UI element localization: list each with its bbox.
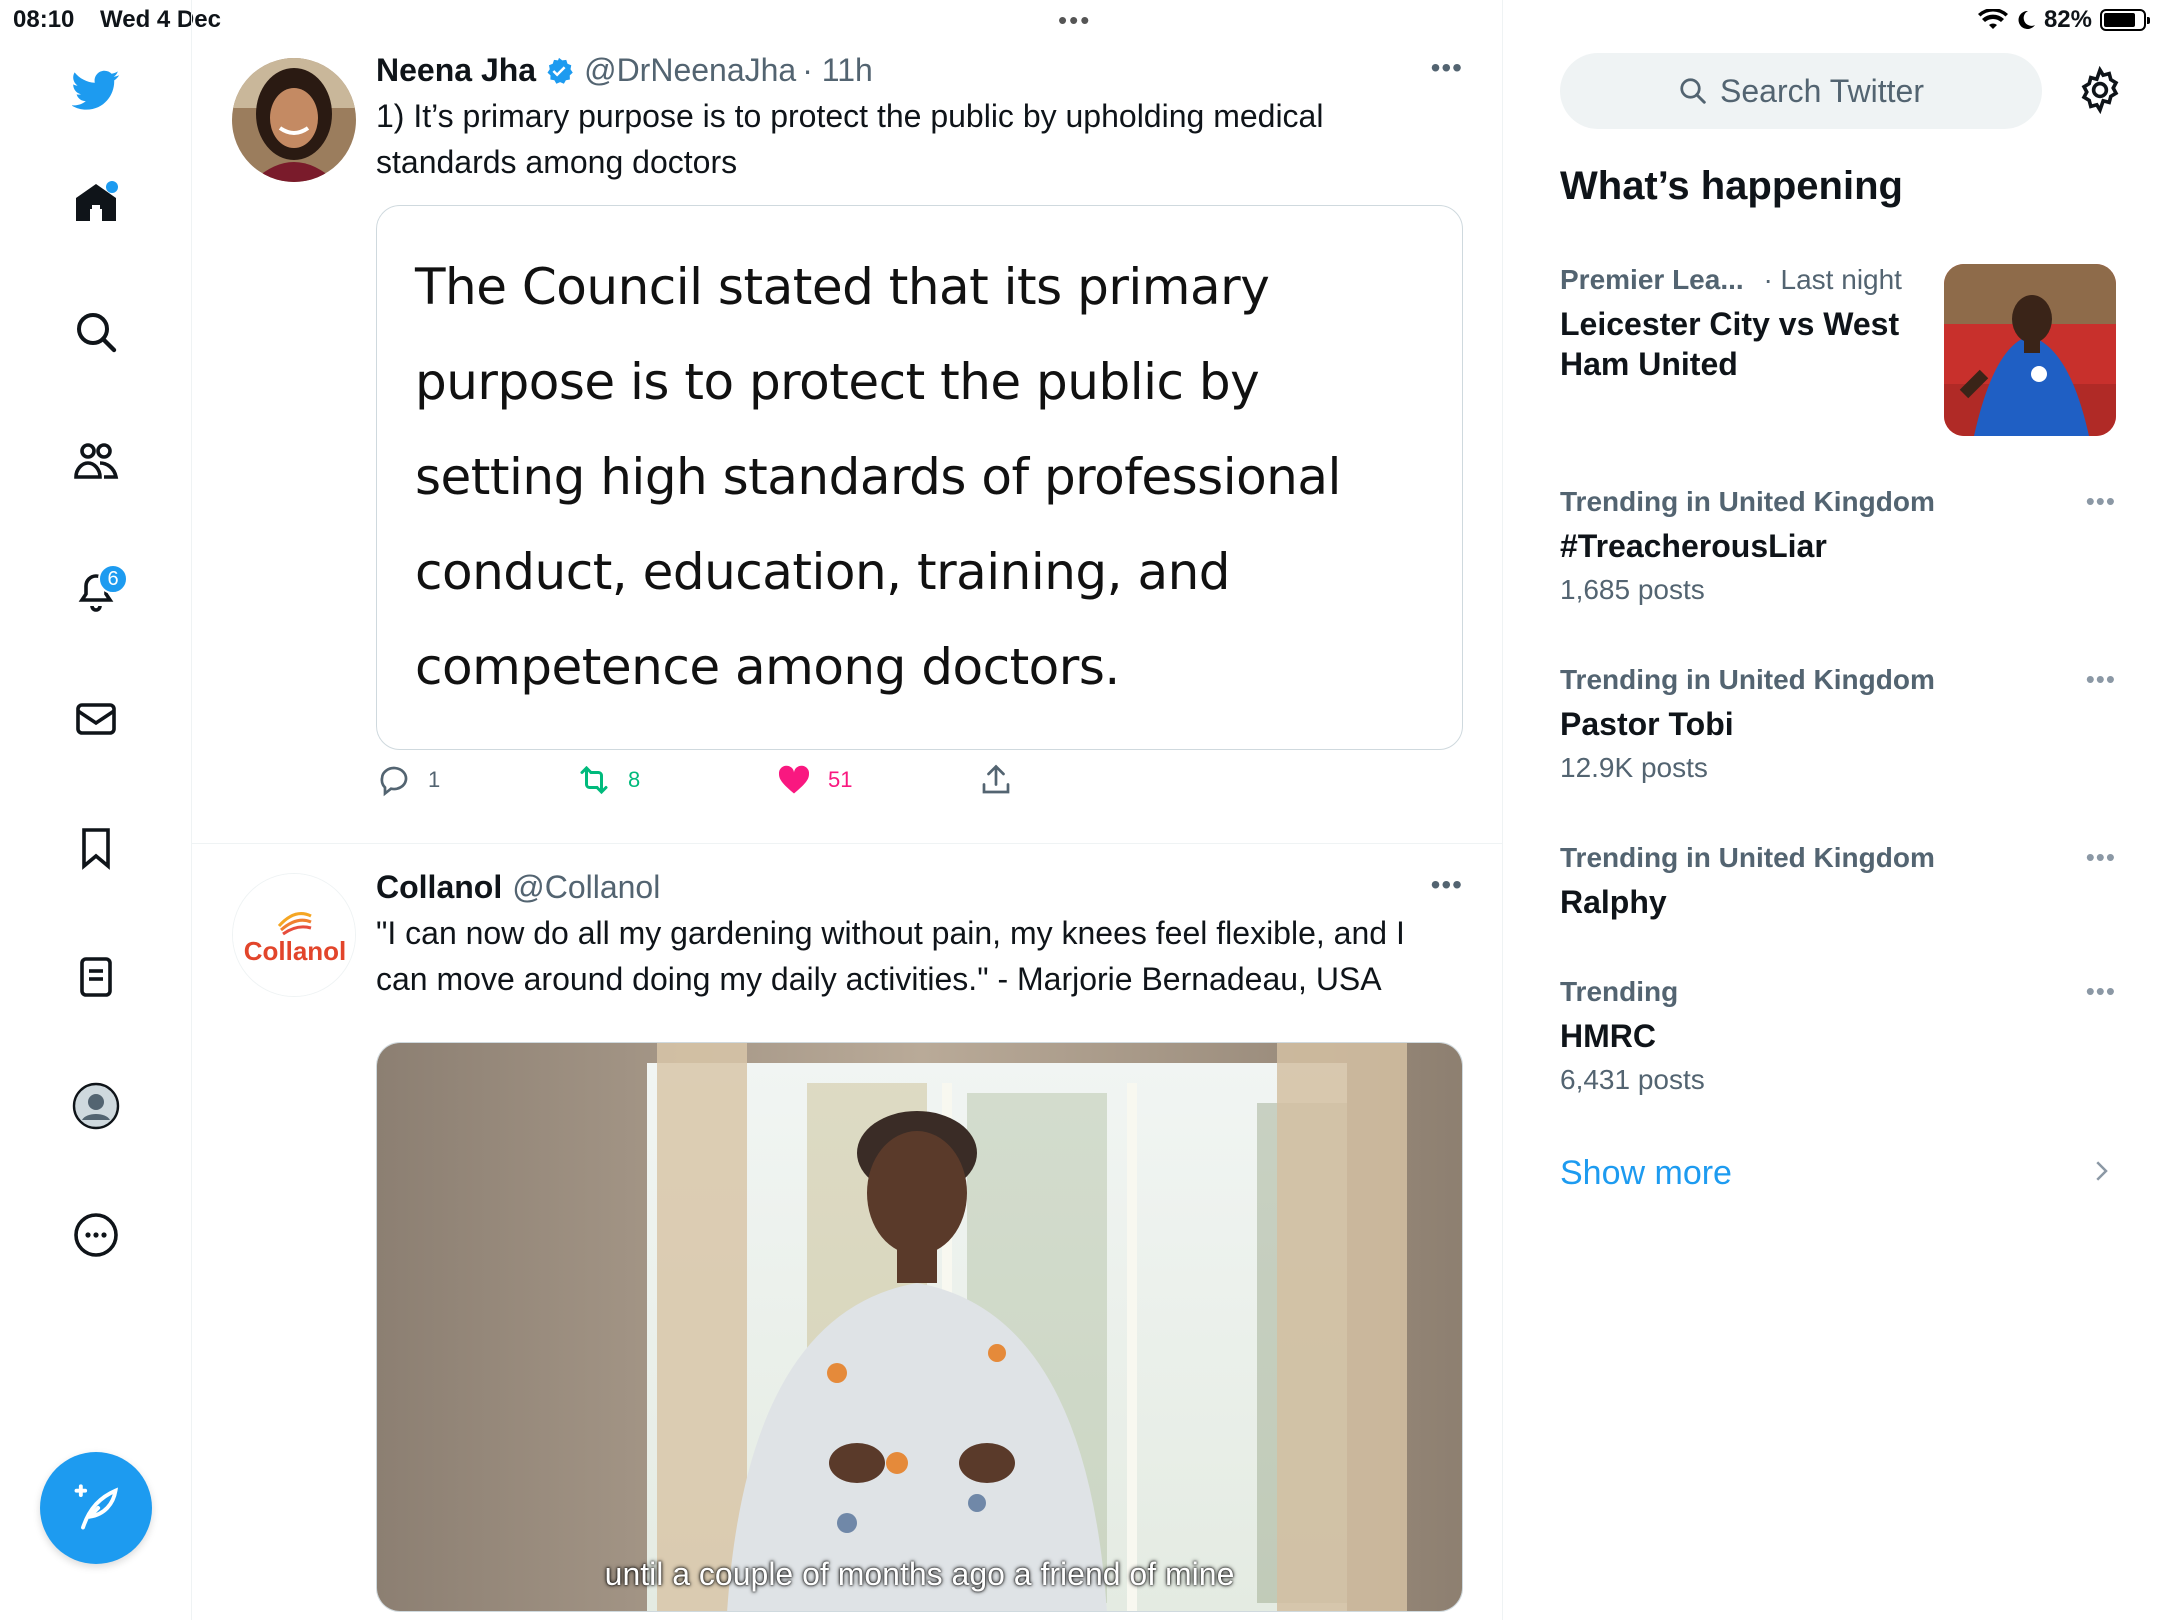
search-icon bbox=[77, 313, 117, 353]
lists-icon bbox=[80, 957, 112, 997]
tweet-body: Collanol @Collanol ••• "I can now do all… bbox=[376, 869, 1463, 1612]
nav-profile[interactable] bbox=[60, 1070, 132, 1142]
tweet-header: Neena Jha @DrNeenaJha · 11h bbox=[376, 52, 1463, 89]
retweet-button[interactable]: 8 bbox=[576, 762, 640, 798]
author-handle[interactable]: @Collanol bbox=[512, 869, 660, 906]
twitter-logo-icon[interactable] bbox=[60, 54, 132, 126]
timeline[interactable]: Neena Jha @DrNeenaJha · 11h ••• 1) It’s … bbox=[192, 0, 1503, 1620]
tweet[interactable]: Collanol Collanol @Collanol ••• "I can n… bbox=[192, 845, 1502, 1620]
collanol-logo: Collanol bbox=[233, 874, 355, 996]
tweet-header: Collanol @Collanol bbox=[376, 869, 1463, 906]
nav-bookmarks[interactable] bbox=[60, 812, 132, 884]
tweet-image[interactable]: The Council stated that its primary purp… bbox=[376, 205, 1463, 750]
communities-icon bbox=[74, 443, 119, 479]
author-name[interactable]: Collanol bbox=[376, 869, 502, 906]
search-input[interactable]: Search Twitter bbox=[1560, 53, 2042, 129]
tweet-text: 1) It’s primary purpose is to protect th… bbox=[376, 98, 1324, 180]
heart-filled-icon bbox=[778, 765, 810, 794]
svg-text:Collanol: Collanol bbox=[244, 936, 347, 966]
avatar[interactable] bbox=[232, 58, 356, 182]
mail-icon bbox=[76, 703, 116, 735]
notifications-badge: 6 bbox=[98, 564, 128, 594]
nav-home[interactable] bbox=[60, 167, 132, 239]
trend-more-icon[interactable]: ••• bbox=[2086, 486, 2116, 517]
tweet-time[interactable]: · 11h bbox=[802, 52, 873, 89]
like-count: 51 bbox=[828, 767, 853, 792]
share-button[interactable] bbox=[978, 762, 1014, 798]
avatar[interactable]: Collanol bbox=[232, 873, 356, 997]
share-icon bbox=[982, 764, 1010, 794]
reply-button[interactable]: 1 bbox=[376, 762, 440, 798]
nav-lists[interactable] bbox=[60, 941, 132, 1013]
trend-category: Trending in United Kingdom bbox=[1560, 664, 1935, 695]
trend-count: 1,685 posts bbox=[1560, 574, 1705, 605]
like-button[interactable]: 51 bbox=[776, 762, 852, 798]
trend-more-icon[interactable]: ••• bbox=[2086, 842, 2116, 873]
trend-item[interactable]: Trending in United Kingdom Pastor Tobi 1… bbox=[1560, 664, 2116, 784]
show-more-link[interactable]: Show more bbox=[1560, 1154, 1732, 1193]
right-sidebar: Search Twitter What’s happening Premier … bbox=[1504, 0, 2160, 1620]
trend-item[interactable]: Trending in United Kingdom Ralphy ••• bbox=[1560, 842, 2116, 922]
search-icon bbox=[1680, 78, 1706, 104]
video-caption: until a couple of months ago a friend of… bbox=[604, 1556, 1235, 1592]
section-title: What’s happening bbox=[1560, 164, 1903, 208]
compose-tweet-button[interactable] bbox=[40, 1452, 152, 1564]
trend-item[interactable]: Trending HMRC 6,431 posts ••• bbox=[1560, 976, 2116, 1096]
retweet-count: 8 bbox=[628, 767, 641, 792]
trend-thumbnail[interactable] bbox=[1944, 264, 2116, 436]
more-circle-icon bbox=[74, 1213, 118, 1257]
reply-count: 1 bbox=[428, 767, 441, 792]
chevron-right-icon[interactable] bbox=[2086, 1156, 2116, 1186]
trend-category: Trending bbox=[1560, 976, 1679, 1007]
trend-name: Ralphy bbox=[1560, 884, 1667, 920]
trend-name: Leicester City vs West Ham United bbox=[1560, 306, 1900, 382]
tweet-text: "I can now do all my gardening without p… bbox=[376, 915, 1405, 997]
tweet[interactable]: Neena Jha @DrNeenaJha · 11h ••• 1) It’s … bbox=[192, 40, 1502, 844]
tweet-body: Neena Jha @DrNeenaJha · 11h ••• 1) It’s … bbox=[376, 52, 1463, 750]
bookmark-icon bbox=[82, 828, 110, 870]
verified-badge-icon bbox=[547, 57, 573, 84]
trend-count: 12.9K posts bbox=[1560, 752, 1708, 783]
trend-count: 6,431 posts bbox=[1560, 1064, 1705, 1095]
tweet-more-icon[interactable]: ••• bbox=[1431, 869, 1463, 901]
image-text: The Council stated that its primary purp… bbox=[415, 258, 1341, 696]
retweet-icon bbox=[580, 765, 608, 795]
tweet-video[interactable]: until a couple of months ago a friend of… bbox=[376, 1042, 1463, 1612]
author-handle[interactable]: @DrNeenaJha bbox=[584, 52, 796, 89]
search-placeholder: Search Twitter bbox=[1720, 72, 1924, 109]
feather-plus-icon bbox=[74, 1484, 119, 1530]
gear-icon[interactable] bbox=[2076, 66, 2124, 114]
profile-avatar-icon bbox=[72, 1082, 120, 1130]
trend-name: #TreacherousLiar bbox=[1560, 528, 1827, 564]
trend-name: Pastor Tobi bbox=[1560, 706, 1734, 742]
nav-explore[interactable] bbox=[60, 296, 132, 368]
trend-item[interactable]: Premier Lea... · Last night Leicester Ci… bbox=[1560, 264, 2116, 436]
trend-more-icon[interactable]: ••• bbox=[2086, 664, 2116, 695]
nav-notifications[interactable]: 6 bbox=[60, 554, 132, 626]
trend-category: Trending in United Kingdom bbox=[1560, 486, 1935, 517]
trend-name: HMRC bbox=[1560, 1018, 1656, 1054]
trend-category: Trending in United Kingdom bbox=[1560, 842, 1935, 873]
trend-category: Premier Lea... bbox=[1560, 264, 1744, 295]
nav-messages[interactable] bbox=[60, 683, 132, 755]
left-nav: 6 bbox=[0, 0, 192, 1620]
nav-communities[interactable] bbox=[60, 425, 132, 497]
video-frame bbox=[377, 1043, 1462, 1611]
nav-more[interactable] bbox=[60, 1199, 132, 1271]
tweet-more-icon[interactable]: ••• bbox=[1431, 52, 1463, 84]
reply-icon bbox=[380, 766, 408, 797]
home-unread-dot bbox=[106, 181, 118, 193]
trend-item[interactable]: Trending in United Kingdom #TreacherousL… bbox=[1560, 486, 2116, 606]
trend-more-icon[interactable]: ••• bbox=[2086, 976, 2116, 1007]
trend-time: · Last night bbox=[1763, 264, 1902, 295]
author-name[interactable]: Neena Jha bbox=[376, 52, 536, 89]
